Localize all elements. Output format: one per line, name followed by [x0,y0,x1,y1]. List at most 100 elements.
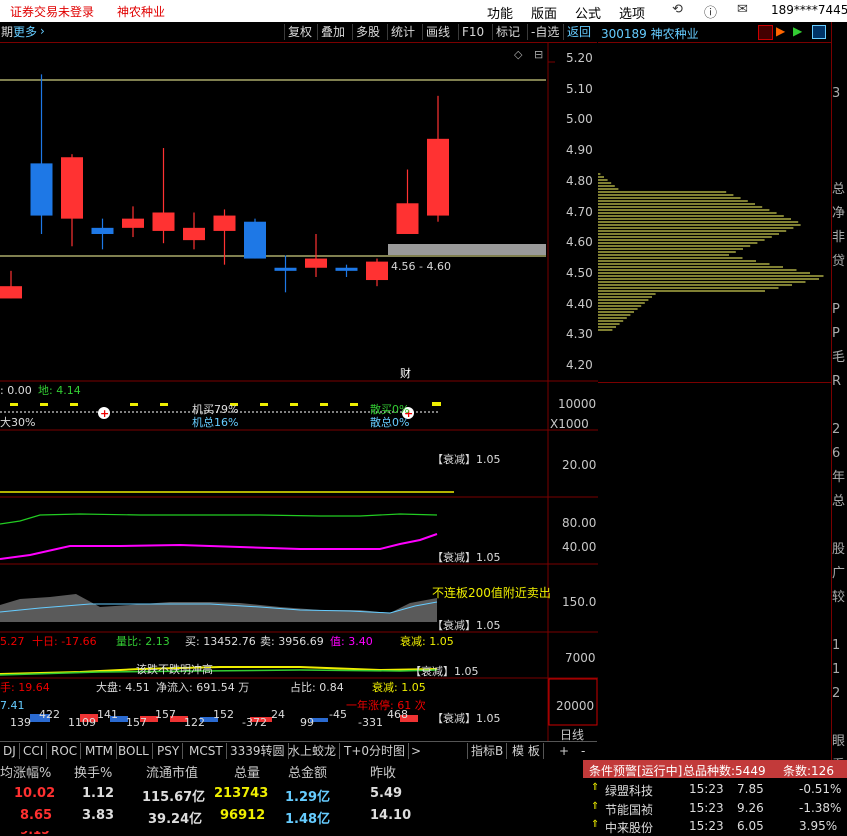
tab-dj[interactable]: DJ [0,743,20,759]
ind6-decay: 衰减: 1.05 [372,680,426,694]
tab-3339[interactable]: 3339转圆 [227,743,289,759]
tab-cci[interactable]: CCI [20,743,48,759]
login-status[interactable]: 证券交易未登录 [10,3,94,20]
ind5-buy: 买: 13452.76 [185,635,256,648]
quote-table: 均涨幅% 换手% 流通市值 总量 总金额 昨收 10.02 1.12 115.6… [0,760,582,835]
back-button[interactable]: 返回 [563,24,594,40]
candle-body [91,227,114,234]
finance-badge: 财 [400,366,411,380]
ind6-bar-value: 157 [155,708,176,721]
grid-icon[interactable] [812,25,826,39]
row2-cap: 39.24亿 [148,812,203,827]
remove-pane-button[interactable]: - [578,743,588,759]
ind5-volratio: 量比: 2.13 [116,635,170,648]
ind1-scale[interactable]: X1000 [550,417,589,431]
candle-body [152,212,175,231]
chevron-right-icon: › [40,24,45,38]
ind6-bar-value: -372 [242,716,267,729]
candle-body [183,227,205,241]
tab-boll[interactable]: BOLL [115,743,153,759]
col-turnover[interactable]: 换手% [74,762,112,781]
mail-icon[interactable]: ✉ [737,2,748,17]
inst-total-label: 机总16% [192,415,238,429]
ind5-decay: 衰减: 1.05 [400,634,454,648]
ind6-bar-value: 1109 [68,716,96,729]
tab-mtm[interactable]: MTM [82,743,118,759]
ind6-bar-value: 468 [387,708,408,721]
candle-body [427,138,449,216]
menu-formula[interactable]: 公式 [575,3,601,22]
alert-count: 条数:126 [783,764,834,778]
ind6-bar-value: -331 [358,716,383,729]
alert-change: -1.38% [799,801,842,815]
refresh-icon[interactable]: ⟲ [672,2,683,17]
alert-time: 15:23 [689,801,724,815]
overlay-button[interactable]: 叠加 [317,24,348,40]
alert-time: 15:23 [689,819,724,833]
list-item[interactable]: ⇑ 节能国祯 15:23 9.26 -1.38% [583,801,847,817]
row1-turnover: 1.12 [82,786,115,801]
ind5-axis: 7000 [565,651,596,665]
row1-prev: 5.49 [370,786,403,801]
watchlist-button[interactable]: -自选 [527,24,562,40]
col-avg-change[interactable]: 均涨幅% [0,762,51,781]
volume-profile [598,173,824,331]
row1-volume: 213743 [214,786,269,801]
ind1-left2: 大30% [0,415,35,429]
account-id[interactable]: 189****7445 [771,3,847,17]
ind5-overlay: 该跌不跌明冲高 [136,662,213,676]
more-button[interactable]: 更多 [10,24,40,40]
restore-rights-button[interactable]: 复权 [284,24,315,40]
menu-function[interactable]: 功能 [487,3,513,22]
col-prev-close[interactable]: 昨收 [370,762,396,781]
col-volume[interactable]: 总量 [234,762,260,781]
ind6-note: 一年涨停: 61 次 [346,698,426,712]
ind6-market: 大盘: 4.51 [96,680,150,694]
tab-indicator-b[interactable]: 指标B [467,743,508,759]
tab-water-dragon[interactable]: 水上蛟龙 [285,743,341,759]
tab-psy[interactable]: PSY [154,743,184,759]
row2-prev: 14.10 [370,808,412,823]
list-item[interactable]: ⇑ 中来股份 15:23 6.05 3.95% [583,819,847,835]
ind6-label: 【衰减】1.05 [432,711,501,725]
menu-layout[interactable]: 版面 [531,3,557,22]
row1-change: 10.02 [14,786,56,801]
candle-body [61,157,83,219]
row2-change: 8.65 [20,808,53,823]
help-icon[interactable]: ⓘ [704,2,717,21]
candle-body [122,218,144,228]
mark-button[interactable]: 标记 [492,24,523,40]
panel-menu-icon[interactable] [758,25,773,40]
alert-title-bar[interactable]: 条件预警[运行中] 总品种数:5449 条数:126 [583,760,847,778]
tab-template[interactable]: 模 板 [509,743,544,759]
ind1-value: : 0.00 [0,384,32,397]
tab-t0-intraday[interactable]: T+0分时图 [341,743,410,759]
tab-mcst[interactable]: MCST [186,743,227,759]
alert-price: 9.26 [737,801,764,815]
multi-stock-button[interactable]: 多股 [352,24,383,40]
alert-stock: 中来股份 [605,821,654,835]
up-arrow-icon: ⇑ [591,782,600,793]
price-tick-label: 4.70 [566,204,593,219]
candle-body [244,221,266,259]
menu-options[interactable]: 选项 [619,3,645,22]
tab-roc[interactable]: ROC [48,743,82,759]
col-amount[interactable]: 总金额 [288,762,327,781]
top-menu-bar: 证券交易未登录 神农种业 功能 版面 公式 选项 ⟲ ⓘ ✉ 189****74… [0,0,847,22]
chart-area[interactable]: 4.56 - 4.60 ◇ ⊟ 财 : 0.00 地: 4.14 + + 机买7… [0,42,598,741]
alert-price: 7.85 [737,782,764,796]
f10-button[interactable]: F10 [458,24,487,40]
ind6-bar-value: 122 [184,716,205,729]
ind6-hand: 手: 19.64 [0,680,50,694]
tab-more[interactable]: > [408,743,424,759]
col-float-cap[interactable]: 流通市值 [146,762,198,781]
ind5-label: 【衰减】1.05 [410,664,479,678]
play-icon[interactable]: ▶ [793,24,802,38]
stats-button[interactable]: 统计 [387,24,418,40]
add-pane-button[interactable]: + [556,743,572,759]
draw-line-button[interactable]: 画线 [422,24,453,40]
list-item[interactable]: ⇑ 绿盟科技 15:23 7.85 -0.51% [583,782,847,798]
flag-icon[interactable]: ▶ [776,24,785,38]
candle-body [0,286,22,299]
alert-stock: 节能国祯 [605,803,654,817]
